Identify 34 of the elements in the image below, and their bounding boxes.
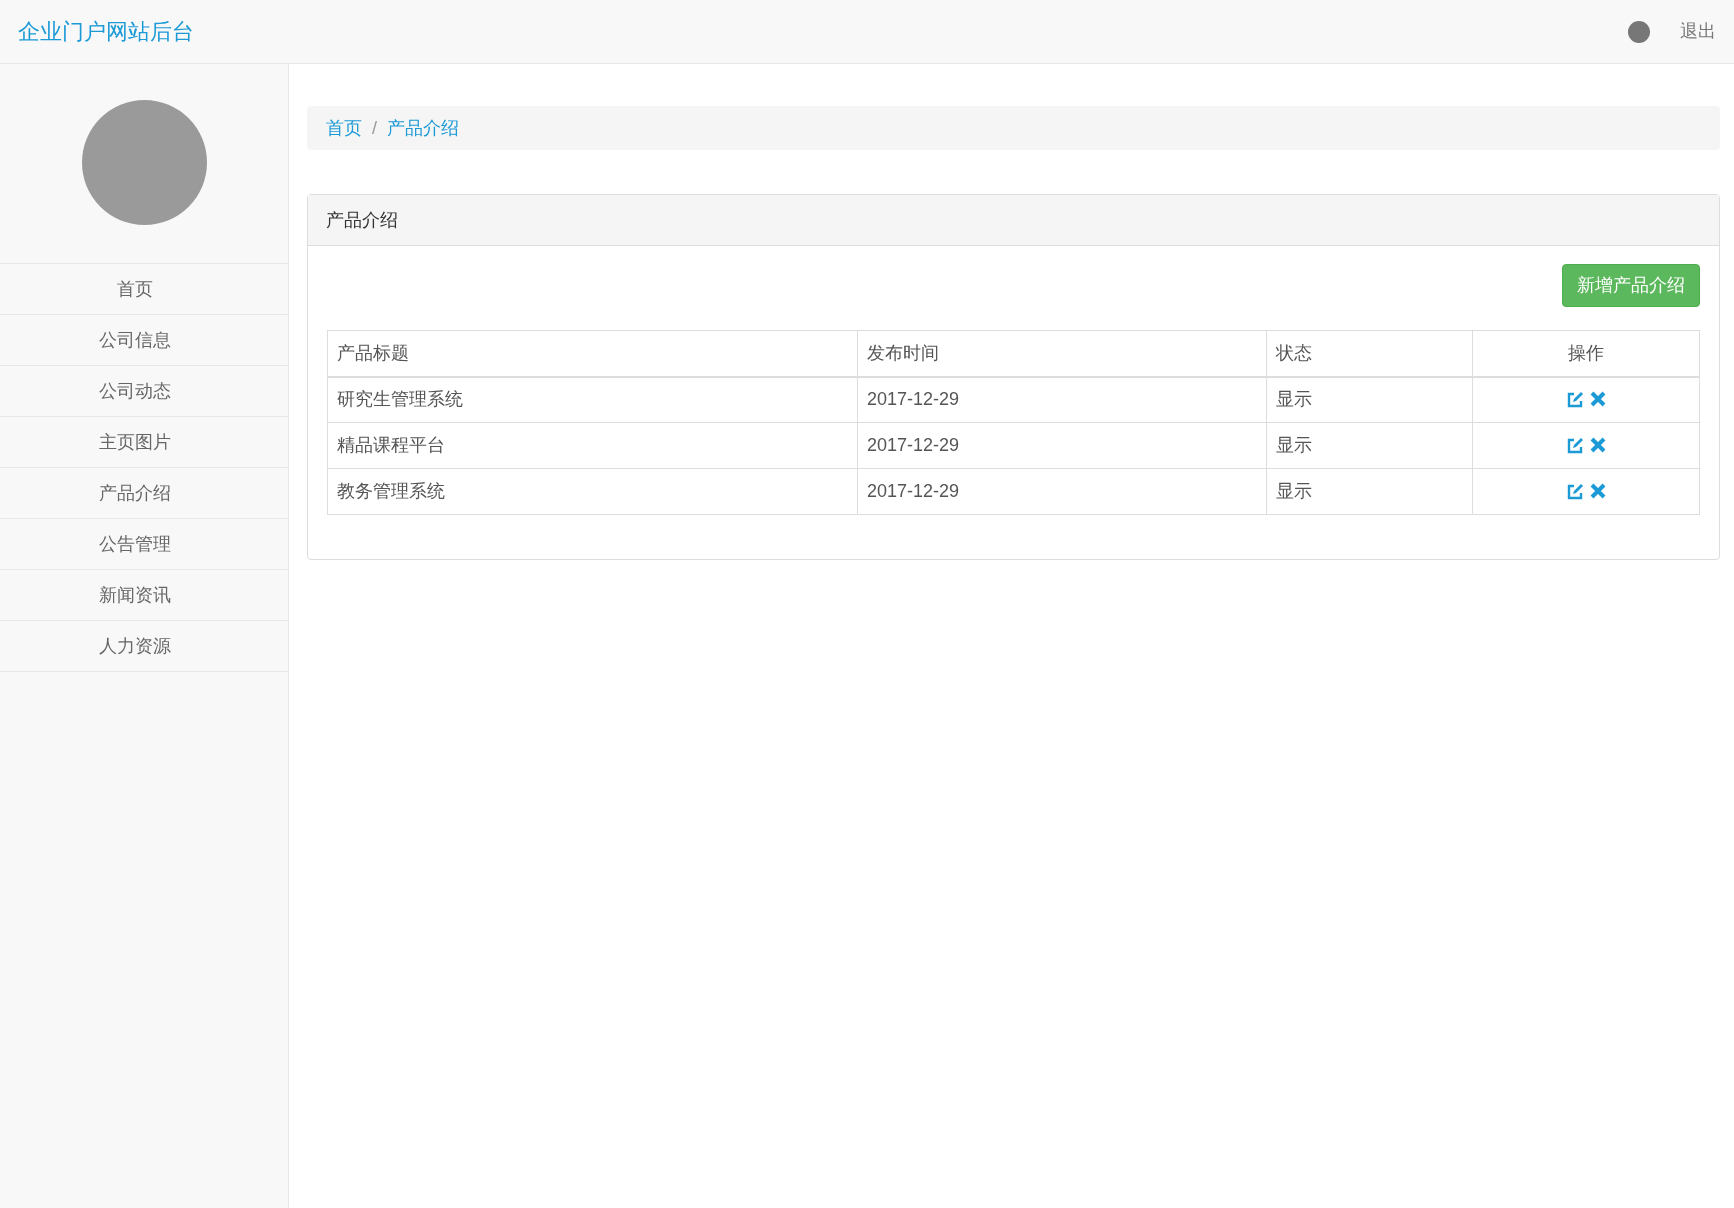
breadcrumb-separator: / [372, 116, 377, 140]
table-cell: 显示 [1266, 468, 1473, 515]
table-cell: 显示 [1266, 422, 1473, 469]
table-cell: 2017-12-29 [857, 468, 1267, 515]
sidebar-item[interactable]: 主页图片 [0, 417, 288, 468]
edit-icon[interactable] [1566, 482, 1584, 501]
column-header: 发布时间 [857, 330, 1267, 377]
table-cell: 2017-12-29 [857, 376, 1267, 423]
column-header: 状态 [1266, 330, 1473, 377]
delete-icon[interactable] [1590, 482, 1606, 499]
breadcrumb-link[interactable]: 首页 [326, 114, 362, 142]
sidebar-item[interactable]: 公司信息 [0, 315, 288, 366]
column-header: 操作 [1472, 330, 1700, 377]
panel-title: 产品介绍 [326, 208, 398, 232]
edit-icon[interactable] [1566, 436, 1584, 455]
user-avatar[interactable] [1628, 20, 1650, 43]
sidebar-item[interactable]: 公告管理 [0, 519, 288, 570]
table-cell: 研究生管理系统 [327, 376, 858, 423]
table-cell: 精品课程平台 [327, 422, 858, 469]
edit-icon[interactable] [1566, 390, 1584, 409]
sidebar-item[interactable]: 人力资源 [0, 621, 288, 672]
table-cell: 2017-12-29 [857, 422, 1267, 469]
table-cell: 显示 [1266, 376, 1473, 423]
site-title[interactable]: 企业门户网站后台 [18, 15, 194, 48]
delete-icon[interactable] [1590, 390, 1606, 407]
logout-link[interactable]: 退出 [1680, 18, 1716, 45]
column-header: 产品标题 [327, 330, 858, 377]
sidebar-item[interactable]: 产品介绍 [0, 468, 288, 519]
sidebar-item[interactable]: 公司动态 [0, 366, 288, 417]
table-cell: 教务管理系统 [327, 468, 858, 515]
sidebar-item[interactable]: 新闻资讯 [0, 570, 288, 621]
delete-icon[interactable] [1590, 436, 1606, 453]
breadcrumb-link[interactable]: 产品介绍 [387, 114, 459, 142]
sidebar-item[interactable]: 首页 [0, 264, 288, 315]
